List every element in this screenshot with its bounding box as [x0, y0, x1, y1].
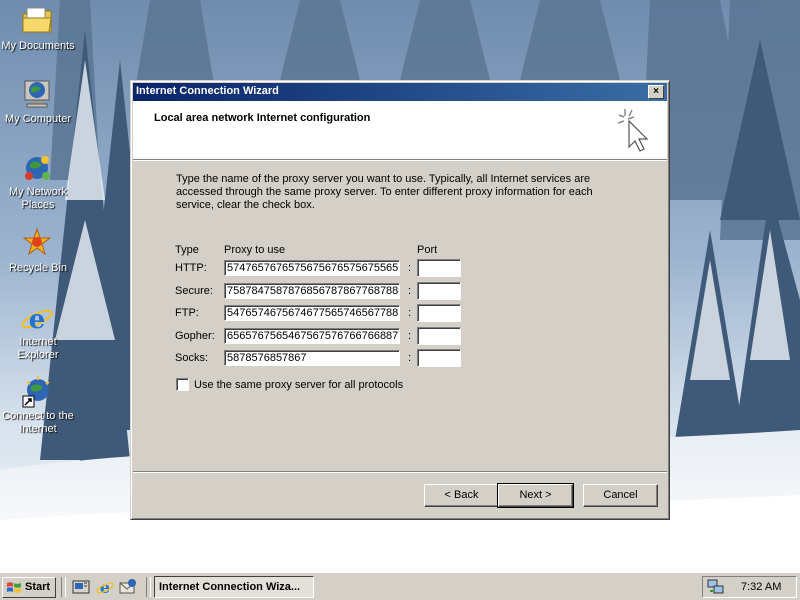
same-proxy-checkbox[interactable] — [176, 378, 189, 391]
column-header-type: Type — [175, 244, 199, 256]
colon-separator: : — [408, 262, 412, 274]
desktop-icon-label: My Computer — [4, 113, 72, 125]
socks-port-input[interactable] — [417, 349, 461, 367]
back-button[interactable]: < Back — [424, 484, 499, 507]
show-desktop-icon[interactable] — [72, 578, 90, 596]
desktop-icon-label: Connect to the Internet — [2, 410, 74, 435]
system-tray: 7:32 AM — [702, 576, 797, 598]
row-label-http: HTTP: — [175, 262, 207, 274]
internet-explorer-icon[interactable]: e — [96, 578, 114, 596]
desktop-icon-label: My Documents — [1, 40, 75, 52]
outlook-express-icon[interactable] — [119, 578, 137, 596]
windows-flag-icon — [7, 582, 21, 593]
desktop-icon-recycle-bin[interactable]: Recycle Bin — [0, 227, 74, 275]
start-label: Start — [25, 581, 51, 593]
instructions-text: Type the name of the proxy server you wa… — [176, 173, 593, 211]
wizard-content: Type the name of the proxy server you wa… — [131, 81, 671, 521]
start-button[interactable]: Start — [2, 577, 56, 598]
secure-port-input[interactable] — [417, 282, 461, 300]
recycle-bin-icon — [22, 227, 52, 256]
taskbar-button-internet-connection-wizard[interactable]: Internet Connection Wiza... — [154, 576, 314, 598]
row-label-gopher: Gopher: — [175, 330, 215, 342]
next-button[interactable]: Next > — [497, 483, 574, 508]
desktop-icon-label: My Network Places — [8, 186, 68, 211]
column-header-proxy: Proxy to use — [224, 244, 286, 256]
gopher-port-input[interactable] — [417, 327, 461, 345]
button-separator — [133, 471, 667, 473]
column-header-port: Port — [417, 244, 438, 256]
http-proxy-input[interactable]: 5747657676575675676575675565 — [224, 260, 400, 276]
taskbar-grip — [146, 577, 151, 597]
secure-proxy-input[interactable]: 75878475878768567878677687888 — [224, 283, 400, 299]
desktop-icon-my-network-places[interactable]: My Network Places — [0, 152, 74, 212]
taskbar: Start e Internet Connection Wiza... 7:32… — [0, 572, 800, 600]
desktop-icon-label: Internet Explorer — [17, 336, 59, 361]
taskbar-grip — [61, 577, 66, 597]
ftp-proxy-input[interactable]: 5476574675674677565746567788 — [224, 305, 400, 321]
my-computer-icon — [24, 80, 50, 108]
my-network-places-icon — [25, 156, 50, 180]
same-proxy-label[interactable]: Use the same proxy server for all protoc… — [194, 379, 403, 391]
desktop-icon-label: Recycle Bin — [8, 262, 68, 274]
colon-separator: : — [408, 307, 412, 319]
ftp-port-input[interactable] — [417, 304, 461, 322]
internet-explorer-icon: e — [21, 305, 53, 334]
desktop-icon-connect-to-internet[interactable]: Connect to the Internet — [0, 376, 74, 436]
desktop-icon-internet-explorer[interactable]: e Internet Explorer — [0, 302, 74, 362]
http-port-input[interactable] — [417, 259, 461, 277]
my-documents-icon — [22, 7, 52, 33]
clock: 7:32 AM — [741, 581, 782, 593]
internet-connection-wizard-window: Internet Connection Wizard × Local area … — [130, 80, 670, 520]
cancel-button[interactable]: Cancel — [583, 484, 658, 507]
colon-separator: : — [408, 352, 412, 364]
socks-proxy-input[interactable]: 5878576857867 — [224, 350, 400, 366]
colon-separator: : — [408, 285, 412, 297]
row-label-secure: Secure: — [175, 285, 213, 297]
colon-separator: : — [408, 330, 412, 342]
row-label-socks: Socks: — [175, 352, 209, 364]
desktop-icon-my-documents[interactable]: My Documents — [0, 5, 75, 53]
network-connection-icon[interactable] — [707, 579, 725, 595]
gopher-proxy-input[interactable]: 65657675654675675767667668877 — [224, 328, 400, 344]
connect-to-internet-icon — [22, 376, 50, 408]
desktop-icon-my-computer[interactable]: My Computer — [0, 78, 74, 126]
row-label-ftp: FTP: — [175, 307, 199, 319]
svg-text:e: e — [29, 305, 46, 334]
